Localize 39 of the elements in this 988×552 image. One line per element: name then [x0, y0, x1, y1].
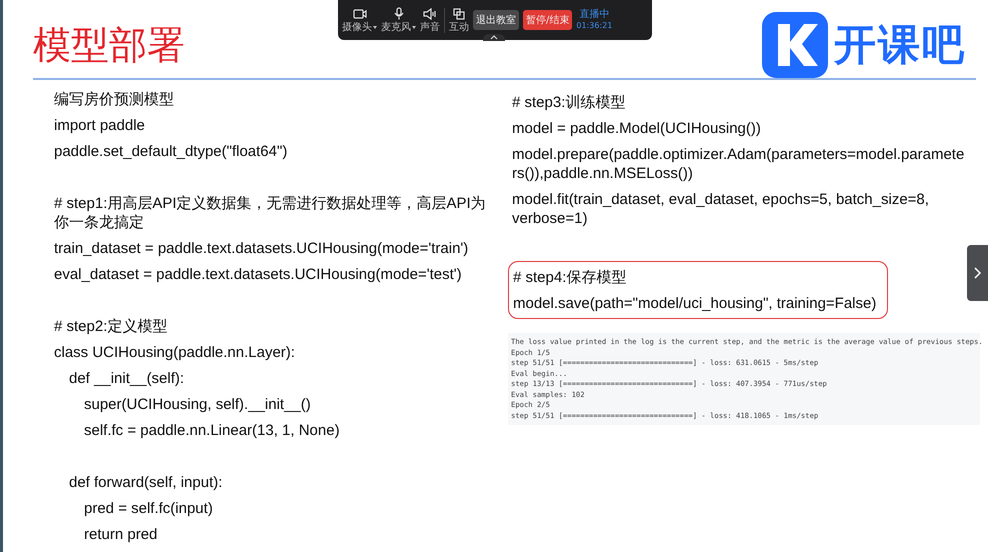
chevron-right-icon	[974, 267, 981, 279]
live-status: 直播中	[579, 9, 610, 21]
code-line: return pred	[84, 524, 158, 544]
code-line: train_dataset = paddle.text.datasets.UCIHousing(mode='train')	[54, 238, 470, 258]
logo-text: 开课吧	[834, 20, 966, 70]
collapse-toolbar-button[interactable]	[483, 34, 505, 41]
speaker-icon	[423, 8, 437, 20]
code-line: paddle.set_default_dtype("float64")	[54, 142, 288, 162]
live-timer: 01:36:21	[576, 21, 612, 31]
camera-icon	[352, 8, 366, 20]
k-logo-icon	[762, 12, 828, 78]
code-line: # step3:训练模型	[512, 92, 626, 112]
code-line: def forward(self, input):	[69, 472, 224, 492]
code-line: eval_dataset = paddle.text.datasets.UCIHousing(mode='test')	[54, 264, 463, 284]
code-line: pred = self.fc(input)	[84, 498, 214, 518]
toolbar-button[interactable]: 摄像头	[342, 8, 377, 32]
toolbar-action-button[interactable]: 退出教室	[473, 10, 519, 30]
code-line: # step2:定义模型	[54, 316, 168, 336]
code-line: model.fit(train_dataset, eval_dataset, epochs=5, batch_size=8, verbose=1)	[512, 190, 930, 228]
toolbar-button[interactable]: 互动	[444, 8, 469, 32]
toolbar-action-button[interactable]: 暂停/结束	[523, 10, 572, 30]
code-line: 编写房价预测模型	[54, 90, 175, 110]
code-line: super(UCIHousing, self).__init__()	[84, 394, 312, 414]
interaction-icon	[453, 8, 465, 20]
code-line: import paddle	[54, 116, 146, 136]
code-line: model = paddle.Model(UCIHousing())	[512, 118, 762, 138]
toolbar-button[interactable]: 麦克风	[381, 7, 416, 33]
chevron-up-icon	[490, 35, 498, 40]
expand-panel-button[interactable]	[967, 245, 988, 301]
code-line: class UCIHousing(paddle.nn.Layer):	[54, 342, 296, 362]
slide-title: 模型部署	[33, 22, 185, 69]
code-line: # step1:用高层API定义数据集，无需进行数据处理等，高层API为你一条龙搞定	[54, 194, 487, 232]
code-line: def __init__(self):	[69, 368, 186, 388]
code-line: model.prepare(paddle.optimizer.Adam(parameters=model.parameters()),paddle.nn.MSELoss())	[512, 144, 966, 184]
code-line: # step4:保存模型	[513, 268, 628, 288]
code-line: self.fc = paddle.nn.Linear(13, 1, None)	[84, 420, 341, 440]
code-line: model.save(path="model/uci_housing", training=False)	[513, 294, 878, 314]
toolbar-button[interactable]: 声音	[420, 8, 440, 32]
microphone-icon	[392, 7, 404, 20]
